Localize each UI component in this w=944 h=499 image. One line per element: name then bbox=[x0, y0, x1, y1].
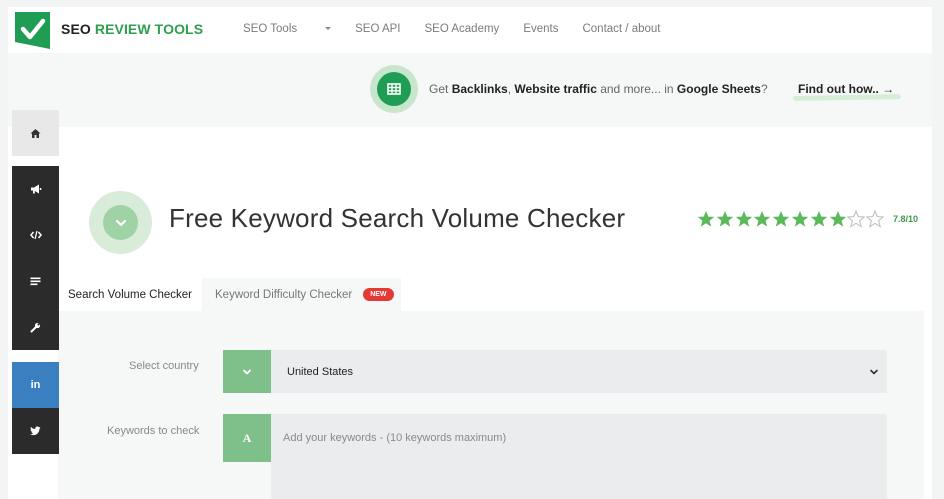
star-filled-icon bbox=[772, 211, 790, 227]
tab-keyword-difficulty-checker[interactable]: Keyword Difficulty Checker NEW bbox=[202, 278, 401, 311]
country-select-value: United States bbox=[287, 366, 354, 378]
nav-seo-academy[interactable]: SEO Academy bbox=[425, 23, 500, 35]
sidebar-item-api[interactable] bbox=[12, 212, 59, 258]
country-select[interactable]: United States bbox=[271, 350, 887, 393]
keywords-addon: A bbox=[223, 414, 271, 462]
page-title: Free Keyword Search Volume Checker bbox=[169, 203, 626, 233]
caret-down-icon bbox=[325, 27, 332, 31]
star-empty-icon bbox=[866, 210, 885, 228]
keywords-textarea[interactable]: Add your keywords - (10 keywords maximum… bbox=[271, 414, 887, 499]
list-icon bbox=[30, 277, 41, 285]
sidebar: in bbox=[12, 110, 59, 454]
code-icon bbox=[29, 230, 42, 240]
keywords-placeholder: Add your keywords - (10 keywords maximum… bbox=[283, 432, 507, 444]
new-badge: NEW bbox=[363, 288, 394, 301]
logo-icon[interactable] bbox=[15, 12, 50, 49]
tab-keyword-difficulty-label: Keyword Difficulty Checker bbox=[215, 288, 353, 301]
tab-search-volume-label: Search Volume Checker bbox=[68, 288, 193, 301]
page: SEO REVIEW TOOLS SEO Tools SEO API SEO A… bbox=[8, 7, 932, 499]
promo-text-end: ? bbox=[760, 82, 768, 96]
spreadsheet-icon bbox=[387, 83, 401, 95]
star-filled-icon bbox=[754, 211, 771, 227]
brand-name-part1: SEO bbox=[61, 21, 95, 37]
sidebar-item-home[interactable] bbox=[12, 110, 59, 156]
chevron-down-icon bbox=[243, 369, 251, 374]
chevron-down-icon bbox=[115, 219, 126, 226]
megaphone-icon bbox=[30, 184, 41, 194]
rating: 7.8/10 bbox=[697, 210, 918, 228]
text-icon: A bbox=[242, 430, 252, 445]
country-label: Select country bbox=[129, 360, 199, 372]
star-filled-icon bbox=[810, 211, 827, 227]
hero-icon-ring bbox=[89, 191, 152, 254]
nav-contact[interactable]: Contact / about bbox=[582, 23, 660, 35]
tab-search-volume-checker[interactable]: Search Volume Checker bbox=[58, 278, 202, 311]
promo-banner: Get Backlinks, Website traffic and more.… bbox=[8, 53, 932, 127]
star-empty-icon bbox=[847, 210, 866, 228]
nav-seo-tools[interactable]: SEO Tools bbox=[243, 23, 332, 35]
sidebar-item-articles[interactable] bbox=[12, 258, 59, 304]
keywords-label: Keywords to check bbox=[107, 425, 200, 437]
promo-text-pre: Get bbox=[429, 82, 452, 96]
find-out-how-link[interactable]: Find out how.. → bbox=[798, 82, 894, 96]
twitter-icon bbox=[30, 426, 41, 436]
sidebar-item-twitter[interactable] bbox=[12, 408, 59, 454]
brand-name[interactable]: SEO REVIEW TOOLS bbox=[61, 21, 203, 37]
country-addon bbox=[223, 350, 271, 393]
top-navigation: SEO REVIEW TOOLS SEO Tools SEO API SEO A… bbox=[8, 7, 932, 53]
promo-backlinks: Backlinks bbox=[451, 82, 508, 96]
wrench-icon bbox=[30, 322, 41, 332]
star-filled-icon bbox=[716, 211, 733, 227]
chevron-down-icon bbox=[870, 369, 878, 375]
home-icon bbox=[30, 128, 41, 138]
star-filled-icon bbox=[829, 211, 846, 227]
hero-icon-circle bbox=[103, 205, 138, 240]
nav-events[interactable]: Events bbox=[523, 23, 558, 35]
star-filled-icon bbox=[697, 211, 715, 227]
sidebar-item-linkedin[interactable]: in bbox=[12, 362, 59, 408]
brand-name-part2: REVIEW TOOLS bbox=[94, 21, 204, 37]
sidebar-item-tools[interactable] bbox=[12, 304, 59, 350]
promo-text-mid: and more... in bbox=[596, 82, 677, 96]
promo-icon-ring bbox=[370, 65, 418, 113]
promo-icon-circle bbox=[377, 72, 411, 106]
star-filled-icon bbox=[735, 211, 752, 227]
sidebar-item-announcements[interactable] bbox=[12, 166, 59, 212]
nav-seo-api[interactable]: SEO API bbox=[355, 23, 400, 35]
linkedin-icon: in bbox=[30, 379, 41, 391]
star-filled-icon bbox=[791, 211, 809, 227]
nav-seo-tools-label: SEO Tools bbox=[243, 23, 298, 35]
rating-value: 7.8/10 bbox=[892, 214, 918, 224]
promo-text: Get Backlinks, Website traffic and more.… bbox=[429, 82, 768, 96]
promo-website-traffic: Website traffic bbox=[514, 82, 597, 96]
nav-links: SEO Tools SEO API SEO Academy Events Con… bbox=[243, 23, 684, 35]
rating-stars bbox=[697, 210, 885, 228]
promo-google-sheets: Google Sheets bbox=[676, 82, 761, 96]
